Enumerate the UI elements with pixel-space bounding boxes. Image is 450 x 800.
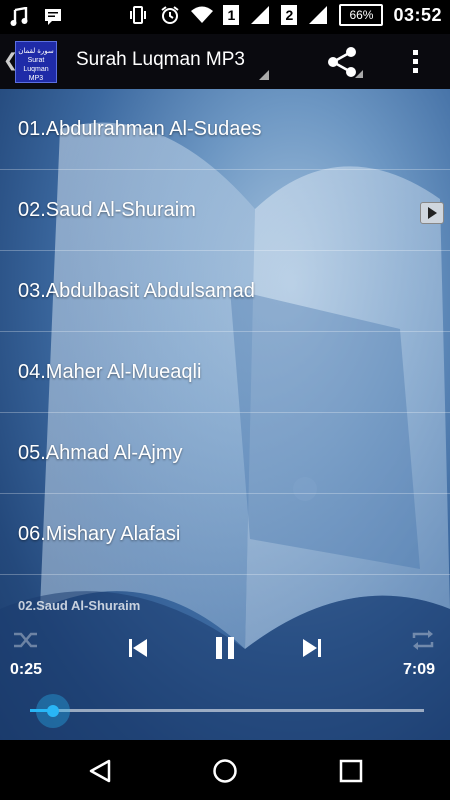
battery-icon: 66%	[339, 4, 384, 26]
vibrate-icon	[127, 4, 149, 26]
list-item[interactable]: 06.Mishary Alafasi	[0, 494, 450, 575]
list-item[interactable]: 01.Abdulrahman Al-Sudaes	[0, 89, 450, 170]
list-item[interactable]: 04.Maher Al-Mueaqli	[0, 332, 450, 413]
pause-button[interactable]	[213, 636, 237, 660]
music-note-icon	[8, 6, 30, 28]
list-item[interactable]: 03.Abdulbasit Abdulsamad	[0, 251, 450, 332]
track-label: 03.Abdulbasit Abdulsamad	[18, 280, 255, 302]
track-label: 01.Abdulrahman Al-Sudaes	[18, 118, 262, 140]
repeat-icon	[412, 630, 434, 650]
recents-button[interactable]	[338, 758, 364, 784]
skip-previous-icon	[129, 639, 147, 657]
share-corner-indicator	[355, 70, 363, 78]
more-vert-icon	[412, 50, 418, 55]
list-item[interactable]: 05.Ahmad Al-Ajmy	[0, 413, 450, 494]
track-list: 01.Abdulrahman Al-Sudaes 02.Saud Al-Shur…	[0, 89, 450, 575]
shuffle-button[interactable]	[13, 629, 39, 651]
list-item[interactable]: 02.Saud Al-Shuraim	[0, 170, 450, 251]
chat-icon	[42, 6, 64, 28]
track-label: 05.Ahmad Al-Ajmy	[18, 442, 183, 464]
status-bar: 1 2 66% 03:52	[0, 0, 450, 34]
action-bar: ❮ سورة لقمان Surat Luqman MP3 Surah Luqm…	[0, 34, 450, 89]
previous-button[interactable]	[127, 638, 149, 658]
elapsed-time: 0:25	[10, 661, 43, 678]
sim2-badge: 2	[281, 5, 298, 25]
signal-icon	[307, 4, 329, 26]
track-label: 02.Saud Al-Shuraim	[18, 199, 196, 221]
recents-icon	[339, 759, 363, 783]
home-icon	[213, 759, 237, 783]
home-button[interactable]	[212, 758, 238, 784]
dropdown-corner-indicator	[259, 70, 269, 80]
sim1-badge: 1	[223, 5, 240, 25]
repeat-button[interactable]	[410, 629, 436, 651]
next-button[interactable]	[301, 638, 323, 658]
back-button[interactable]	[87, 758, 113, 784]
alarm-icon	[159, 4, 181, 26]
navigation-bar	[0, 740, 450, 800]
track-label: 06.Mishary Alafasi	[18, 523, 181, 545]
now-playing-title: 02.Saud Al-Shuraim	[18, 598, 141, 613]
main-content: 01.Abdulrahman Al-Sudaes 02.Saud Al-Shur…	[0, 89, 450, 740]
total-duration: 7:09	[403, 661, 436, 678]
shuffle-icon	[14, 632, 37, 648]
track-label: 04.Maher Al-Mueaqli	[18, 361, 202, 383]
wifi-icon	[191, 4, 214, 26]
signal-icon	[249, 4, 271, 26]
pause-icon	[216, 637, 234, 659]
seek-bar[interactable]	[30, 694, 424, 728]
playing-indicator-icon	[420, 202, 444, 224]
overflow-menu-button[interactable]	[405, 46, 425, 78]
app-title: Surah Luqman MP3	[76, 49, 245, 70]
skip-next-icon	[303, 639, 321, 657]
app-logo[interactable]: سورة لقمان Surat Luqman MP3	[15, 41, 57, 83]
clock: 03:52	[393, 4, 442, 25]
seek-thumb[interactable]	[35, 694, 70, 728]
back-icon	[89, 759, 111, 783]
